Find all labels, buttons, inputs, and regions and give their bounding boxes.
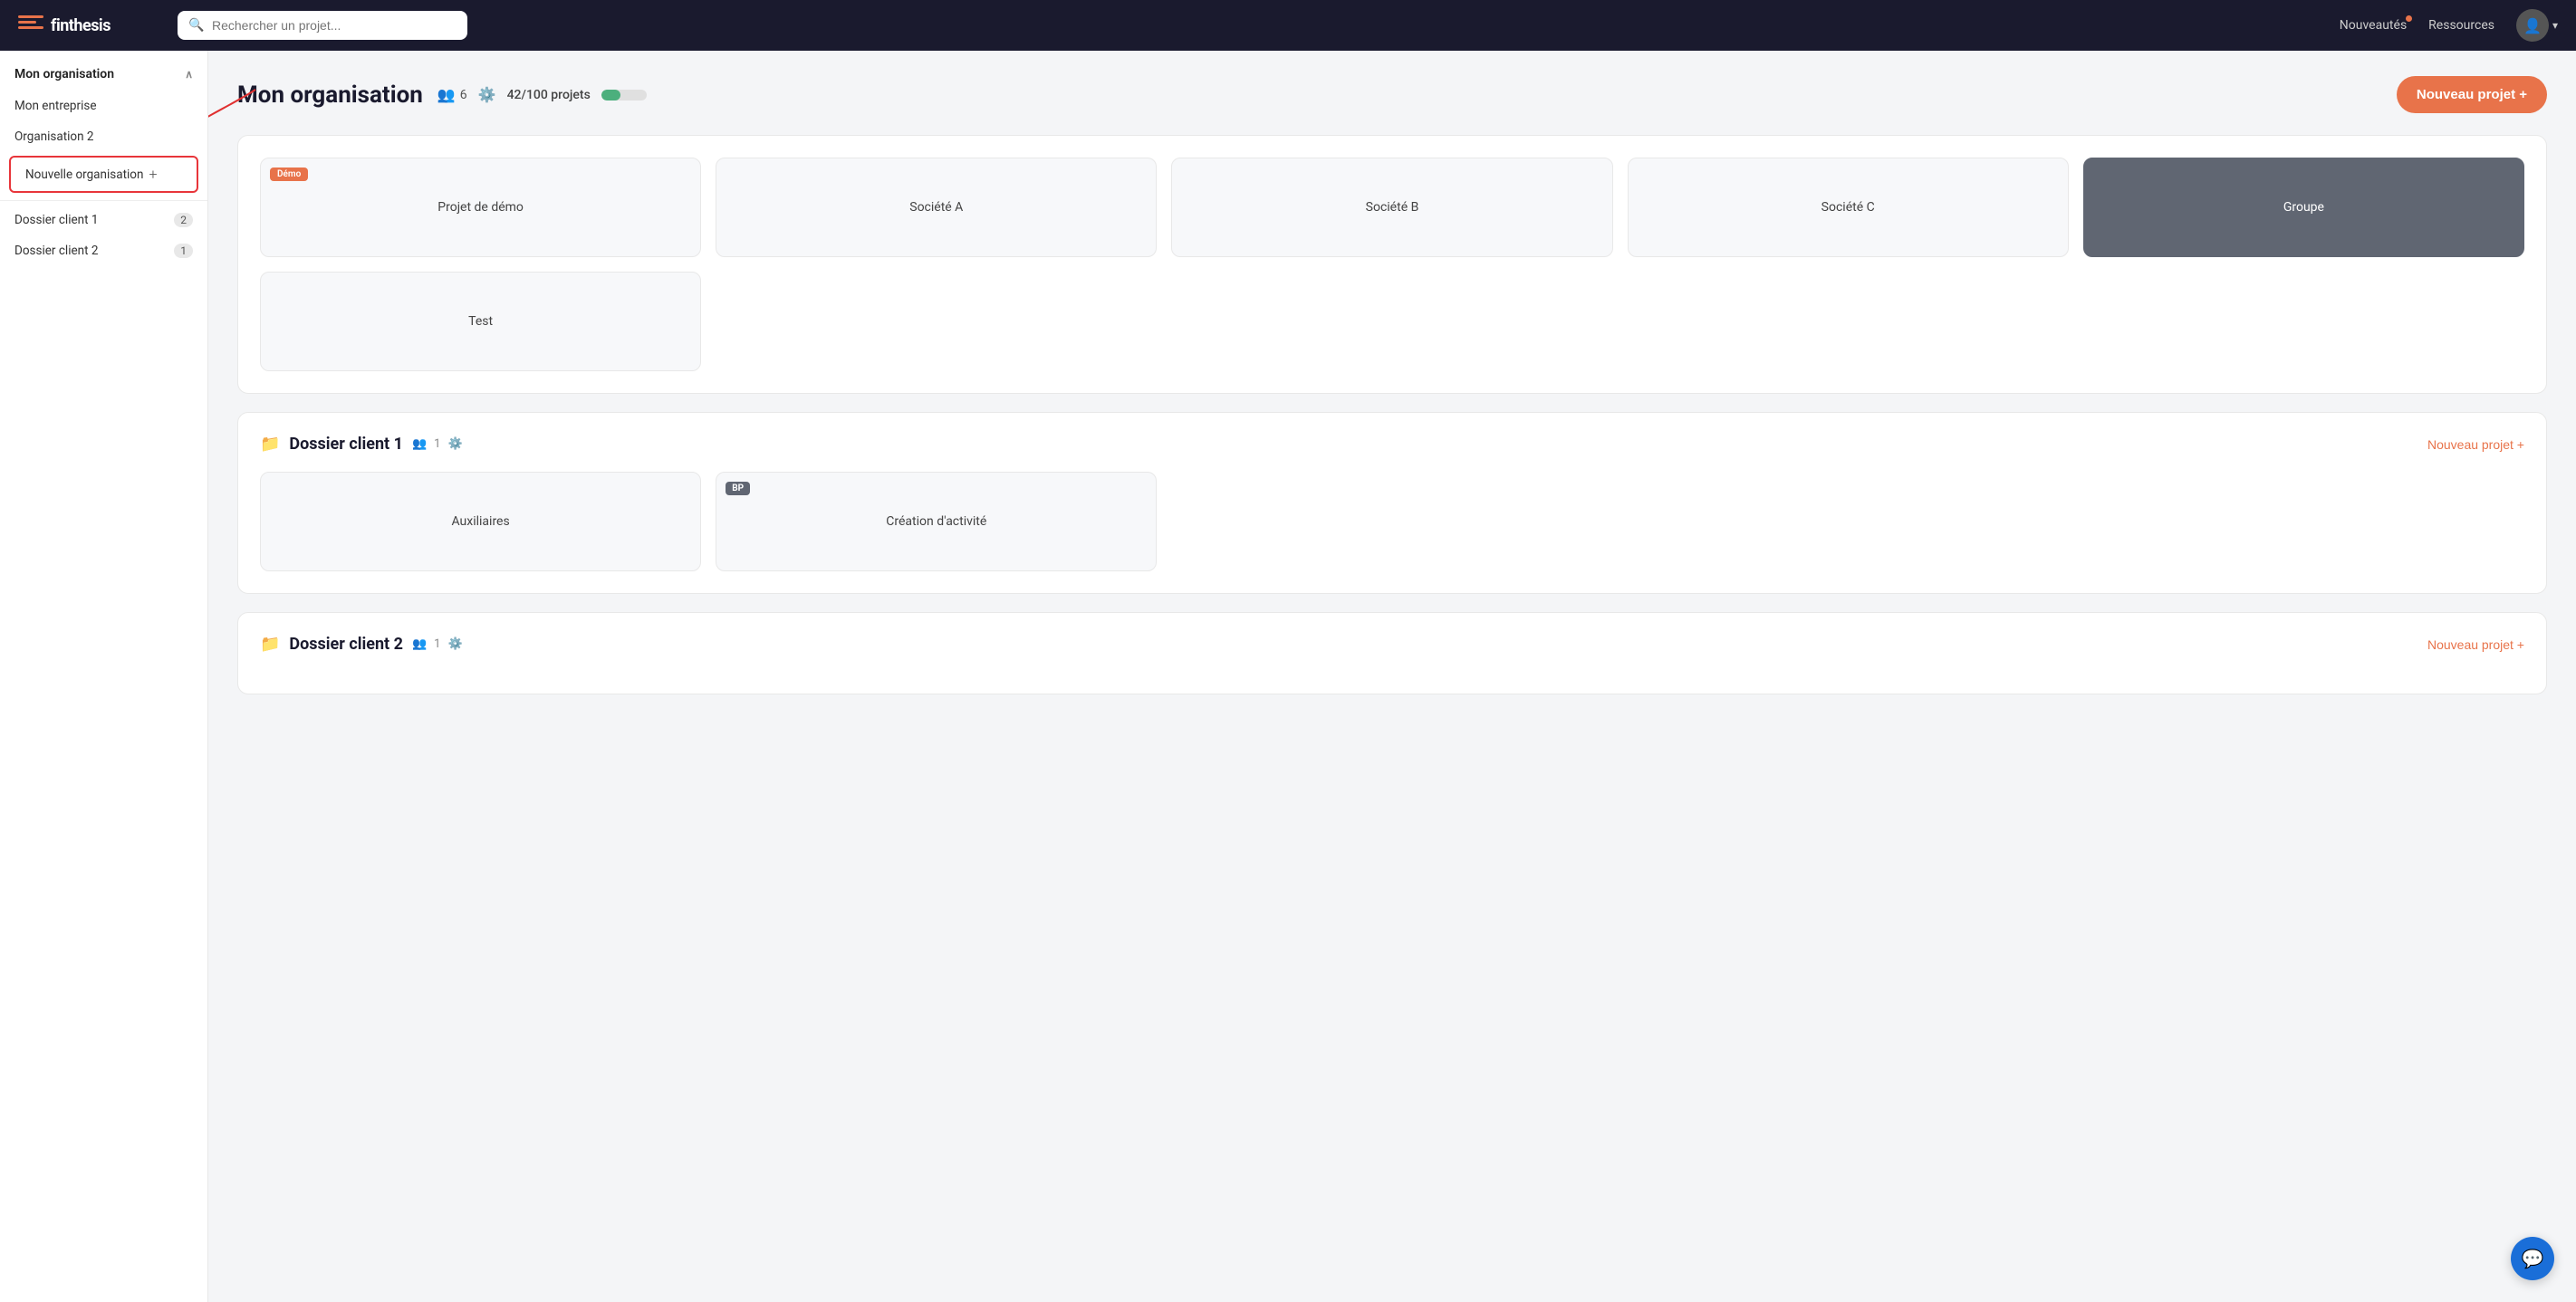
folder-icon-1: 📁: [260, 435, 280, 454]
dossier-2-members-icon: 👥: [412, 637, 427, 651]
dossier-2-header: 📁 Dossier client 2 👥 1 ⚙️ Nouveau projet…: [260, 635, 2524, 654]
project-card-projet-demo[interactable]: Démo Projet de démo: [260, 158, 701, 257]
dossier-client-1-section: 📁 Dossier client 1 👥 1 ⚙️ Nouveau projet…: [237, 412, 2547, 594]
main-project-grid: Démo Projet de démo Société A Société B …: [260, 158, 2524, 371]
new-project-button[interactable]: Nouveau projet +: [2397, 76, 2547, 113]
dossier-2-new-project-btn[interactable]: Nouveau projet +: [2427, 637, 2524, 652]
sidebar-divider: [0, 200, 207, 201]
dossier-1-members-count: 1: [434, 437, 440, 451]
nouveautes-link[interactable]: Nouveautés: [2340, 18, 2407, 33]
dossier-1-members-icon: 👥: [412, 437, 427, 451]
project-label-societe-a: Société A: [909, 200, 963, 215]
dossier-1-settings-icon[interactable]: ⚙️: [447, 437, 462, 451]
dossier-2-count: 1: [174, 244, 193, 258]
dossier-1-count: 2: [174, 213, 193, 227]
search-bar: 🔍: [178, 11, 467, 40]
project-label-test: Test: [468, 314, 493, 329]
dossier-1-meta: 👥 1 ⚙️: [412, 437, 463, 451]
dossier-2-title: Dossier client 2: [289, 635, 403, 654]
dossier-1-title: Dossier client 1: [289, 435, 403, 454]
projects-progress-bar: [601, 90, 647, 101]
sidebar-section-label: Mon organisation: [14, 67, 114, 81]
logo-icon: [18, 15, 43, 35]
dossier-1-new-project-btn[interactable]: Nouveau projet +: [2427, 437, 2524, 452]
members-meta: 👥 6: [437, 86, 467, 103]
logo[interactable]: finthesis: [18, 15, 163, 35]
plus-icon: +: [149, 166, 157, 183]
nouveautes-badge: [2406, 15, 2412, 22]
projects-bar-fill: [601, 90, 620, 101]
layout: Mon organisation ∧ Mon entreprise Organi…: [0, 51, 2576, 1302]
project-label-projet-demo: Projet de démo: [437, 200, 524, 215]
topnav-links: Nouveautés Ressources 👤 ▾: [2340, 9, 2558, 42]
project-card-creation-activite[interactable]: BP Création d'activité: [716, 472, 1157, 571]
ressources-link[interactable]: Ressources: [2428, 18, 2494, 33]
page-header-meta: 👥 6 ⚙️ 42/100 projets: [437, 86, 647, 103]
user-avatar-wrap[interactable]: 👤 ▾: [2516, 9, 2558, 42]
project-card-groupe[interactable]: Groupe: [2083, 158, 2524, 257]
dossier-client-2-section: 📁 Dossier client 2 👥 1 ⚙️ Nouveau projet…: [237, 612, 2547, 694]
project-card-test[interactable]: Test: [260, 272, 701, 371]
dossier-2-settings-icon[interactable]: ⚙️: [447, 637, 462, 651]
search-icon: 🔍: [188, 18, 204, 33]
sidebar: Mon organisation ∧ Mon entreprise Organi…: [0, 51, 208, 1302]
dossier-1-header: 📁 Dossier client 1 👥 1 ⚙️ Nouveau projet…: [260, 435, 2524, 454]
members-icon: 👥: [437, 86, 456, 103]
sidebar-item-nouvelle-organisation[interactable]: Nouvelle organisation +: [9, 156, 198, 193]
project-label-auxiliaires: Auxiliaires: [451, 514, 509, 529]
project-label-groupe: Groupe: [2283, 200, 2324, 215]
projects-count-label: 42/100 projets: [507, 88, 591, 102]
members-count: 6: [460, 88, 467, 102]
search-input[interactable]: [178, 11, 467, 40]
folder-icon-2: 📁: [260, 635, 280, 654]
main-org-section: Démo Projet de démo Société A Société B …: [237, 135, 2547, 394]
main-content: Mon organisation 👥 6 ⚙️ 42/100 projets N…: [208, 51, 2576, 1302]
project-card-societe-c[interactable]: Société C: [1628, 158, 2069, 257]
user-avatar: 👤: [2516, 9, 2549, 42]
chat-bubble[interactable]: 💬: [2511, 1237, 2554, 1280]
logo-text: finthesis: [51, 16, 111, 35]
topnav: finthesis 🔍 Nouveautés Ressources 👤 ▾: [0, 0, 2576, 51]
project-label-societe-c: Société C: [1821, 200, 1875, 215]
project-label-creation-activite: Création d'activité: [886, 514, 986, 529]
sidebar-item-mon-entreprise[interactable]: Mon entreprise: [0, 91, 207, 121]
sidebar-item-dossier-client-2[interactable]: Dossier client 2 1: [0, 235, 207, 266]
project-card-societe-b[interactable]: Société B: [1171, 158, 1612, 257]
dossier-1-project-grid: Auxiliaires BP Création d'activité: [260, 472, 2524, 571]
page-title: Mon organisation: [237, 81, 423, 109]
demo-tag: Démo: [270, 168, 308, 181]
sidebar-item-organisation-2[interactable]: Organisation 2: [0, 121, 207, 152]
avatar-chevron-icon: ▾: [2552, 19, 2558, 32]
sidebar-chevron-icon: ∧: [185, 68, 193, 81]
bp-tag: BP: [726, 482, 750, 495]
page-header: Mon organisation 👥 6 ⚙️ 42/100 projets N…: [237, 76, 2547, 113]
sidebar-section-header[interactable]: Mon organisation ∧: [0, 58, 207, 91]
settings-icon[interactable]: ⚙️: [478, 86, 496, 103]
project-label-societe-b: Société B: [1366, 200, 1419, 215]
sidebar-item-dossier-client-1[interactable]: Dossier client 1 2: [0, 205, 207, 235]
dossier-2-meta: 👥 1 ⚙️: [412, 637, 463, 651]
chat-icon: 💬: [2522, 1248, 2544, 1269]
project-card-societe-a[interactable]: Société A: [716, 158, 1157, 257]
project-card-auxiliaires[interactable]: Auxiliaires: [260, 472, 701, 571]
dossier-2-members-count: 1: [434, 637, 440, 651]
